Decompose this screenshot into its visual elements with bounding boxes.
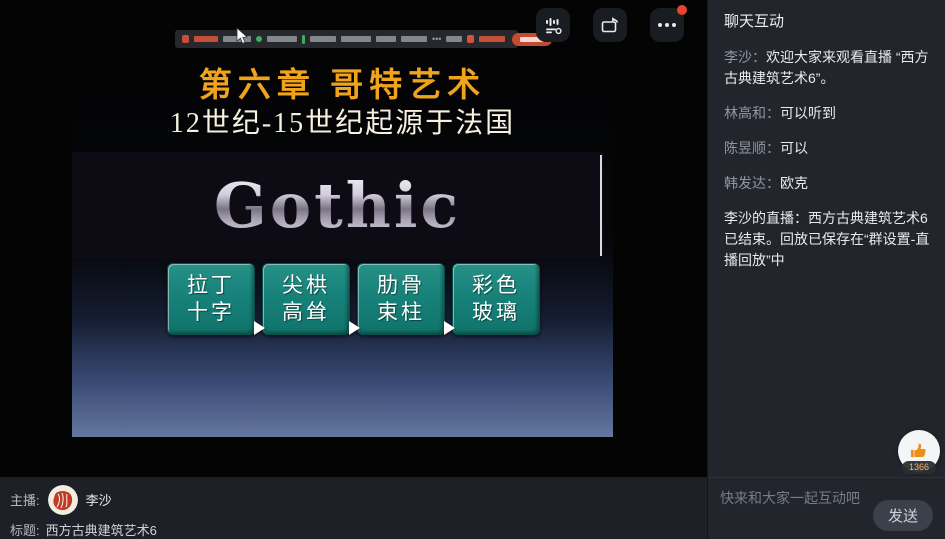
- stream-info-bar: 主播: 李沙 标题: 西方古典建筑艺术6: [0, 477, 707, 539]
- slide-caret: [600, 155, 602, 256]
- send-button[interactable]: 发送: [873, 500, 933, 531]
- chat-input-area: 发送: [708, 477, 945, 539]
- flow-box-rib-vault: 肋骨 束柱: [357, 263, 445, 335]
- toolbar-glyph: [467, 35, 474, 43]
- host-name: 李沙: [86, 490, 112, 509]
- subtitles-translate-button[interactable]: [536, 8, 570, 42]
- mouse-cursor-icon: [236, 27, 249, 45]
- chat-text: 欧克: [780, 175, 808, 191]
- flow-box-latin-cross: 拉丁 十字: [167, 263, 255, 335]
- flow-box-line: 拉丁: [187, 272, 235, 299]
- chat-sender: 李沙：: [724, 49, 766, 65]
- stream-title-label: 标题:: [10, 520, 40, 539]
- flow-box-line: 束柱: [377, 299, 425, 326]
- slide-chapter-title: 第六章 哥特艺术: [72, 66, 613, 106]
- chat-sidebar: 聊天互动 李沙：欢迎大家来观看直播 “西方古典建筑艺术6”。 林高和：可以听到 …: [707, 0, 945, 539]
- toolbar-glyph: [302, 35, 305, 44]
- host-row: 主播: 李沙: [10, 484, 112, 515]
- more-options-icon: [658, 23, 676, 27]
- gothic-banner-text: Gothic: [214, 169, 461, 242]
- toolbar-glyph: [341, 36, 371, 42]
- flow-arrow-icon: [444, 321, 455, 335]
- seal-avatar-icon: [48, 485, 78, 515]
- flow-box-line: 高耸: [282, 299, 330, 326]
- slide-subtitle: 12世纪-15世纪起源于法国: [72, 106, 613, 142]
- flow-arrow-icon: [349, 321, 360, 335]
- toolbar-glyph: [401, 36, 427, 42]
- live-stream-window: 第六章 哥特艺术 12世纪-15世纪起源于法国 Gothic 拉丁 十字 尖栱 …: [0, 0, 945, 539]
- flow-box-stained-glass: 彩色 玻璃: [452, 263, 540, 335]
- toolbar-glyph: [446, 36, 462, 42]
- flow-box-line: 彩色: [472, 272, 520, 299]
- like-button[interactable]: 1366: [898, 430, 940, 474]
- title-row: 标题: 西方古典建筑艺术6: [10, 520, 157, 539]
- more-options-button[interactable]: [650, 8, 684, 42]
- chat-message: 李沙：欢迎大家来观看直播 “西方古典建筑艺术6”。: [724, 47, 932, 89]
- chat-sender: 韩发达：: [724, 175, 780, 191]
- chat-message: 韩发达：欧克: [724, 173, 932, 194]
- chat-message: 陈昱顺：可以: [724, 138, 932, 159]
- chat-message-list: 李沙：欢迎大家来观看直播 “西方古典建筑艺术6”。 林高和：可以听到 陈昱顺：可…: [724, 47, 932, 285]
- like-count-badge: 1366: [902, 461, 936, 474]
- toolbar-glyph: [182, 35, 189, 43]
- chat-text: 可以听到: [780, 105, 836, 121]
- toolbar-glyph: [267, 36, 297, 42]
- toolbar-glyph: [256, 36, 262, 42]
- chat-text: 可以: [780, 140, 808, 156]
- chat-input[interactable]: [720, 488, 870, 508]
- host-label: 主播:: [10, 490, 40, 509]
- rotate-screen-button[interactable]: [593, 8, 627, 42]
- toolbar-glyph: [479, 36, 505, 42]
- rotate-screen-icon: [599, 15, 621, 35]
- subtitles-translate-icon: [543, 15, 563, 35]
- presentation-slide: 第六章 哥特艺术 12世纪-15世纪起源于法国 Gothic 拉丁 十字 尖栱 …: [72, 44, 613, 437]
- flow-box-pointed-arch: 尖栱 高耸: [262, 263, 350, 335]
- flow-box-line: 十字: [187, 299, 235, 326]
- stream-title: 西方古典建筑艺术6: [46, 520, 157, 539]
- flow-box-line: 肋骨: [377, 272, 425, 299]
- chat-message: 林高和：可以听到: [724, 103, 932, 124]
- captured-meeting-toolbar: •••: [175, 30, 518, 48]
- toolbar-glyph: [194, 36, 218, 42]
- toolbar-glyph: [376, 36, 396, 42]
- chat-panel-title: 聊天互动: [724, 10, 784, 31]
- video-area: 第六章 哥特艺术 12世纪-15世纪起源于法国 Gothic 拉丁 十字 尖栱 …: [0, 0, 707, 477]
- flow-box-line: 尖栱: [282, 272, 330, 299]
- toolbar-glyph: [310, 36, 336, 42]
- flow-arrow-icon: [254, 321, 265, 335]
- chat-sender: 林高和：: [724, 105, 780, 121]
- notification-dot: [677, 5, 687, 15]
- chat-sender: 陈昱顺：: [724, 140, 780, 156]
- host-avatar[interactable]: [48, 485, 78, 515]
- chat-sender: 李沙的直播：: [724, 210, 808, 226]
- gothic-banner-image: Gothic: [72, 152, 603, 259]
- chat-system-message: 李沙的直播：西方古典建筑艺术6 已结束。回放已保存在“群设置-直播回放”中: [724, 208, 932, 271]
- toolbar-more-glyph: •••: [432, 36, 441, 42]
- flow-box-line: 玻璃: [472, 299, 520, 326]
